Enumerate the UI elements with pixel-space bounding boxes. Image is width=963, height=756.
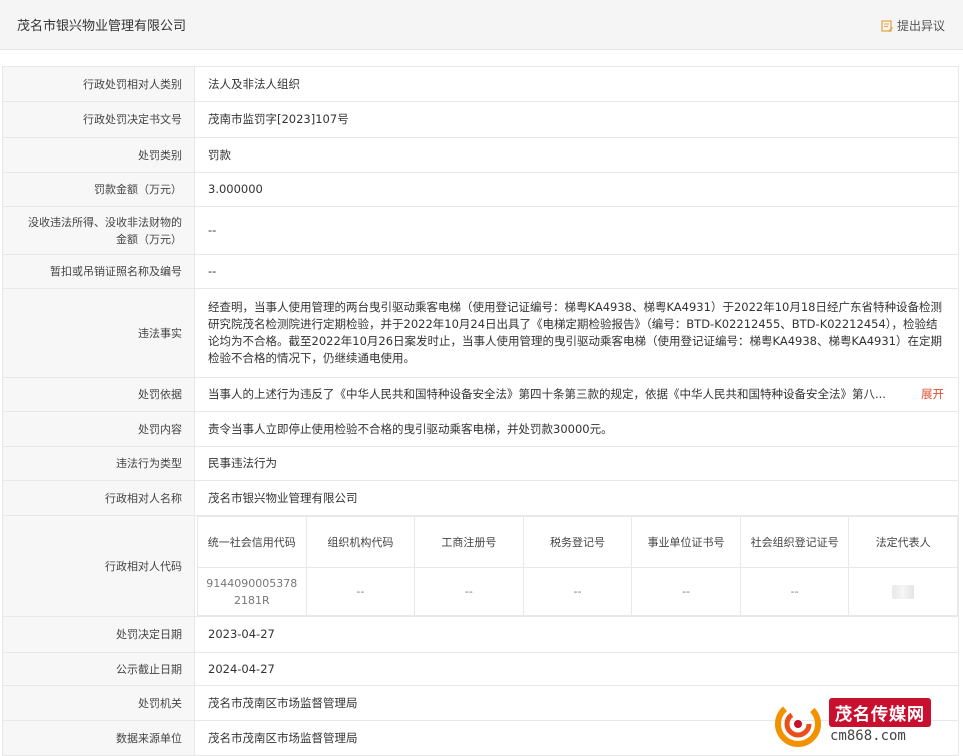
field-value: 罚款 <box>194 137 959 173</box>
field-label: 处罚类别 <box>2 137 195 173</box>
code-value: -- <box>522 567 633 616</box>
field-label-line: 金额（万元） <box>116 232 182 246</box>
code-header: 社会组织登记证号 <box>739 516 850 568</box>
codes-header-row: 统一社会信用代码 组织机构代码 工商注册号 税务登记号 事业单位证书号 社会组织… <box>197 516 958 568</box>
field-label: 公示截止日期 <box>2 652 195 686</box>
field-label: 罚款金额（万元） <box>2 172 195 207</box>
brand-name: 茂名传媒网 <box>829 698 931 727</box>
field-value: 2023-04-27 <box>194 616 959 653</box>
code-header: 工商注册号 <box>414 516 524 568</box>
code-value: -- <box>305 567 416 616</box>
field-label: 处罚依据 <box>2 377 195 412</box>
field-value: -- <box>194 254 959 289</box>
table-row: 行政处罚相对人类别 法人及非法人组织 <box>2 66 959 102</box>
truncated-text: 当事人的上述行为违反了《中华人民共和国特种设备安全法》第四十条第三款的规定，依据… <box>208 387 886 401</box>
field-label-line: 没收违法所得、没收非法财物的 <box>28 215 182 229</box>
field-label: 违法行为类型 <box>2 446 195 481</box>
table-row: 行政相对人代码 统一社会信用代码 组织机构代码 工商注册号 税务登记号 事业单位… <box>2 515 959 617</box>
field-value: 统一社会信用代码 组织机构代码 工商注册号 税务登记号 事业单位证书号 社会组织… <box>194 515 959 617</box>
table-row: 处罚内容 责令当事人立即停止使用检验不合格的曳引驱动乘客电梯，并处罚款30000… <box>2 411 959 447</box>
code-value: -- <box>631 567 741 616</box>
code-header: 税务登记号 <box>522 516 633 568</box>
field-label: 行政处罚相对人类别 <box>2 66 195 102</box>
field-label: 没收违法所得、没收非法财物的 金额（万元） <box>2 206 195 255</box>
table-row: 行政相对人名称 茂名市银兴物业管理有限公司 <box>2 480 959 516</box>
table-row: 处罚依据 当事人的上述行为违反了《中华人民共和国特种设备安全法》第四十条第三款的… <box>2 377 959 412</box>
codes-value-row: 91440900053782181R -- -- -- -- -- <box>197 567 958 616</box>
table-row: 处罚类别 罚款 <box>2 137 959 173</box>
table-row: 罚款金额（万元） 3.000000 <box>2 172 959 207</box>
redacted-name <box>892 585 915 599</box>
field-label: 行政相对人名称 <box>2 480 195 516</box>
code-value: 91440900053782181R <box>197 567 307 616</box>
edit-document-icon <box>881 19 893 32</box>
field-label: 行政处罚决定书文号 <box>2 101 195 138</box>
field-value: -- <box>194 206 959 255</box>
field-label: 违法事实 <box>2 288 195 378</box>
objection-label: 提出异议 <box>896 19 945 33</box>
table-row: 暂扣或吊销证照名称及编号 -- <box>2 254 959 289</box>
code-value: -- <box>414 567 524 616</box>
table-row: 违法行为类型 民事违法行为 <box>2 446 959 481</box>
field-label: 处罚内容 <box>2 411 195 447</box>
table-row: 公示截止日期 2024-04-27 <box>2 652 959 686</box>
field-label: 行政相对人代码 <box>2 515 195 617</box>
legal-rep-value <box>848 567 958 616</box>
penalty-info-table: 行政处罚相对人类别 法人及非法人组织 行政处罚决定书文号 茂南市监罚字[2023… <box>2 66 959 756</box>
code-header: 组织机构代码 <box>305 516 416 568</box>
table-row: 行政处罚决定书文号 茂南市监罚字[2023]107号 <box>2 101 959 138</box>
field-label: 暂扣或吊销证照名称及编号 <box>2 254 195 289</box>
field-value: 茂南市监罚字[2023]107号 <box>194 101 959 138</box>
page-title: 茂名市银兴物业管理有限公司 <box>17 19 187 34</box>
field-label: 数据来源单位 <box>2 720 195 756</box>
brand-url: cm868.com <box>830 728 906 744</box>
objection-button[interactable]: 提出异议 <box>881 17 945 34</box>
table-row: 处罚决定日期 2023-04-27 <box>2 616 959 653</box>
brand-logo-icon <box>775 701 821 747</box>
field-value: 茂名市银兴物业管理有限公司 <box>194 480 959 516</box>
field-value: 2024-04-27 <box>194 652 959 686</box>
field-label: 处罚机关 <box>2 685 195 721</box>
field-value: 经查明，当事人使用管理的两台曳引驱动乘客电梯（使用登记证编号：梯粤KA4938、… <box>194 288 959 378</box>
site-watermark: 茂名传媒网 cm868.com <box>772 692 942 752</box>
code-header: 事业单位证书号 <box>631 516 741 568</box>
expand-link[interactable]: 展开 <box>921 386 944 403</box>
table-row: 违法事实 经查明，当事人使用管理的两台曳引驱动乘客电梯（使用登记证编号：梯粤KA… <box>2 288 959 378</box>
page-header: 茂名市银兴物业管理有限公司 提出异议 <box>0 0 963 50</box>
field-value: 当事人的上述行为违反了《中华人民共和国特种设备安全法》第四十条第三款的规定，依据… <box>194 377 959 412</box>
entity-codes-table: 统一社会信用代码 组织机构代码 工商注册号 税务登记号 事业单位证书号 社会组织… <box>197 516 958 616</box>
field-value: 3.000000 <box>194 172 959 207</box>
code-header: 统一社会信用代码 <box>197 516 307 568</box>
field-value: 责令当事人立即停止使用检验不合格的曳引驱动乘客电梯，并处罚款30000元。 <box>194 411 959 447</box>
table-row: 没收违法所得、没收非法财物的 金额（万元） -- <box>2 206 959 255</box>
code-value: -- <box>739 567 850 616</box>
field-label: 处罚决定日期 <box>2 616 195 653</box>
field-value: 民事违法行为 <box>194 446 959 481</box>
field-value: 法人及非法人组织 <box>194 66 959 102</box>
code-header: 法定代表人 <box>848 516 958 568</box>
